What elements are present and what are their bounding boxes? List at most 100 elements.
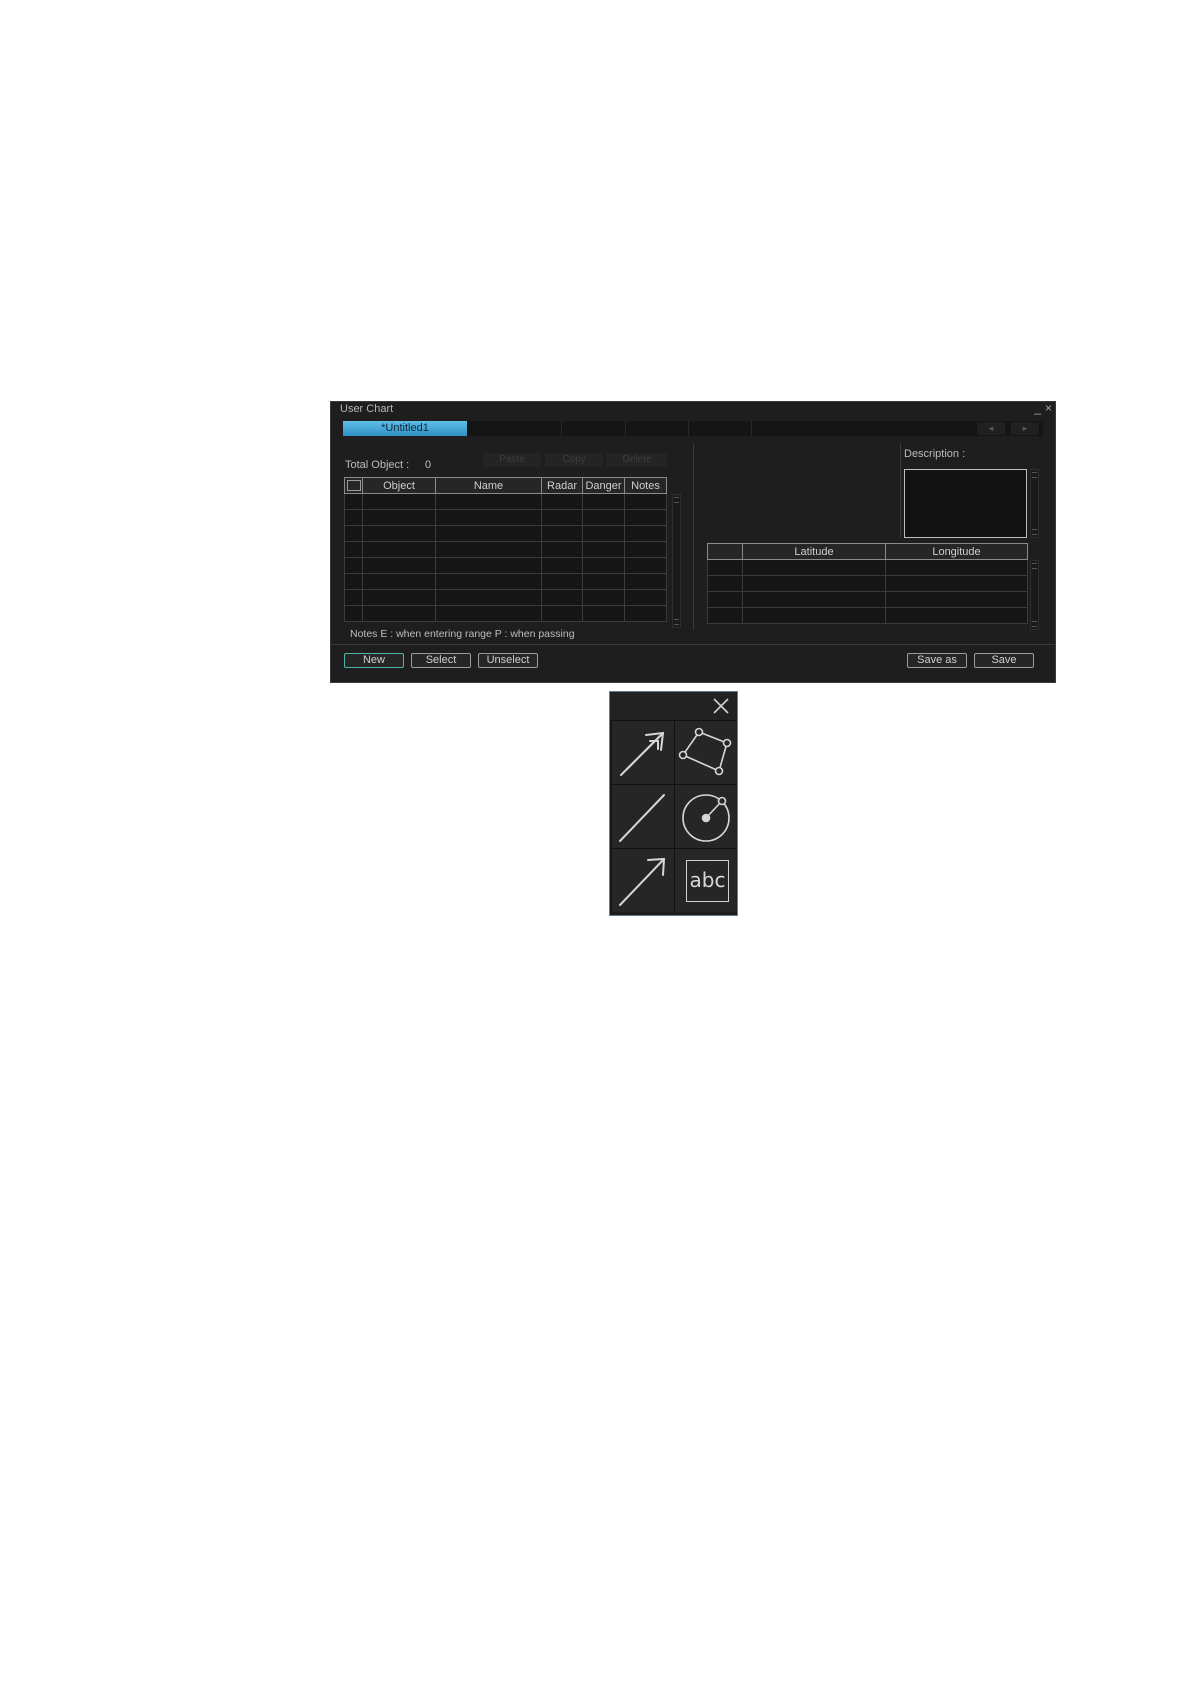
tab-prev-button[interactable]: ◄ <box>977 422 1005 435</box>
table-cell[interactable] <box>541 509 583 526</box>
tab-next-button[interactable]: ► <box>1011 422 1039 435</box>
table-cell[interactable] <box>707 575 743 592</box>
table-cell[interactable] <box>707 607 743 624</box>
table-cell[interactable] <box>624 557 667 574</box>
column-header-latitude[interactable]: Latitude <box>742 543 886 560</box>
table-cell[interactable] <box>344 589 363 606</box>
table-cell[interactable] <box>541 573 583 590</box>
table-cell[interactable] <box>885 591 1028 608</box>
table-cell[interactable] <box>344 573 363 590</box>
column-header-object[interactable]: Object <box>362 477 436 494</box>
title-bar[interactable]: User Chart _ × <box>331 401 1055 418</box>
table-cell[interactable] <box>344 509 363 526</box>
table-cell[interactable] <box>362 493 436 510</box>
table-cell[interactable] <box>582 493 625 510</box>
table-cell[interactable] <box>742 607 886 624</box>
table-cell[interactable] <box>541 605 583 622</box>
table-cell[interactable] <box>362 509 436 526</box>
paste-button[interactable]: Paste <box>483 453 541 467</box>
close-icon[interactable]: × <box>1045 401 1052 415</box>
table-cell[interactable] <box>435 605 542 622</box>
table-cell[interactable] <box>742 575 886 592</box>
table-cell[interactable] <box>435 573 542 590</box>
column-header-radar[interactable]: Radar <box>541 477 583 494</box>
table-cell[interactable] <box>707 591 743 608</box>
delete-button[interactable]: Delete <box>607 453 667 467</box>
copy-button[interactable]: Copy <box>545 453 603 467</box>
table-row[interactable] <box>344 493 667 510</box>
table-cell[interactable] <box>435 557 542 574</box>
table-cell[interactable] <box>582 557 625 574</box>
objects-scrollbar[interactable] <box>672 494 681 628</box>
new-button[interactable]: New <box>344 653 404 668</box>
table-cell[interactable] <box>582 589 625 606</box>
table-cell[interactable] <box>344 557 363 574</box>
table-cell[interactable] <box>344 605 363 622</box>
table-cell[interactable] <box>624 493 667 510</box>
column-header-danger[interactable]: Danger <box>582 477 625 494</box>
table-cell[interactable] <box>362 557 436 574</box>
table-cell[interactable] <box>541 557 583 574</box>
table-cell[interactable] <box>707 559 743 576</box>
table-cell[interactable] <box>624 525 667 542</box>
table-cell[interactable] <box>742 591 886 608</box>
table-row[interactable] <box>344 525 667 542</box>
table-cell[interactable] <box>624 589 667 606</box>
table-cell[interactable] <box>582 541 625 558</box>
table-cell[interactable] <box>362 589 436 606</box>
table-cell[interactable] <box>435 525 542 542</box>
table-cell[interactable] <box>541 589 583 606</box>
double-arrow-tool[interactable] <box>611 720 674 784</box>
coordinates-scrollbar[interactable] <box>1030 560 1039 630</box>
table-cell[interactable] <box>624 509 667 526</box>
table-cell[interactable] <box>362 605 436 622</box>
select-all-checkbox[interactable] <box>344 477 363 494</box>
table-row[interactable] <box>707 575 1028 592</box>
line-tool[interactable] <box>611 784 674 848</box>
polygon-tool[interactable] <box>674 720 737 784</box>
table-cell[interactable] <box>541 525 583 542</box>
table-row[interactable] <box>707 607 1028 624</box>
table-cell[interactable] <box>435 509 542 526</box>
table-cell[interactable] <box>885 607 1028 624</box>
table-row[interactable] <box>707 559 1028 576</box>
description-field[interactable] <box>904 469 1027 538</box>
save-as-button[interactable]: Save as <box>907 653 967 668</box>
minimize-icon[interactable]: _ <box>1034 401 1041 415</box>
toolbox-header[interactable] <box>610 692 737 720</box>
table-cell[interactable] <box>582 525 625 542</box>
table-cell[interactable] <box>435 541 542 558</box>
table-cell[interactable] <box>362 573 436 590</box>
description-scrollbar[interactable] <box>1030 469 1039 538</box>
circle-tool[interactable] <box>674 784 737 848</box>
table-cell[interactable] <box>885 575 1028 592</box>
table-cell[interactable] <box>624 605 667 622</box>
column-header-notes[interactable]: Notes <box>624 477 667 494</box>
table-row[interactable] <box>344 589 667 606</box>
close-icon[interactable] <box>713 698 729 714</box>
table-cell[interactable] <box>435 589 542 606</box>
table-cell[interactable] <box>344 541 363 558</box>
table-cell[interactable] <box>582 573 625 590</box>
table-cell[interactable] <box>742 559 886 576</box>
table-cell[interactable] <box>435 493 542 510</box>
unselect-button[interactable]: Unselect <box>478 653 538 668</box>
arrow-tool[interactable] <box>611 848 674 912</box>
table-cell[interactable] <box>362 541 436 558</box>
table-row[interactable] <box>344 541 667 558</box>
table-cell[interactable] <box>541 493 583 510</box>
table-row[interactable] <box>344 573 667 590</box>
table-cell[interactable] <box>344 493 363 510</box>
table-row[interactable] <box>707 591 1028 608</box>
table-cell[interactable] <box>344 525 363 542</box>
table-cell[interactable] <box>362 525 436 542</box>
table-cell[interactable] <box>582 605 625 622</box>
save-button[interactable]: Save <box>974 653 1034 668</box>
table-cell[interactable] <box>624 573 667 590</box>
table-cell[interactable] <box>885 559 1028 576</box>
table-cell[interactable] <box>582 509 625 526</box>
table-cell[interactable] <box>624 541 667 558</box>
table-row[interactable] <box>344 605 667 622</box>
tab-untitled1[interactable]: *Untitled1 <box>343 421 467 436</box>
text-tool[interactable]: abc <box>674 848 737 912</box>
